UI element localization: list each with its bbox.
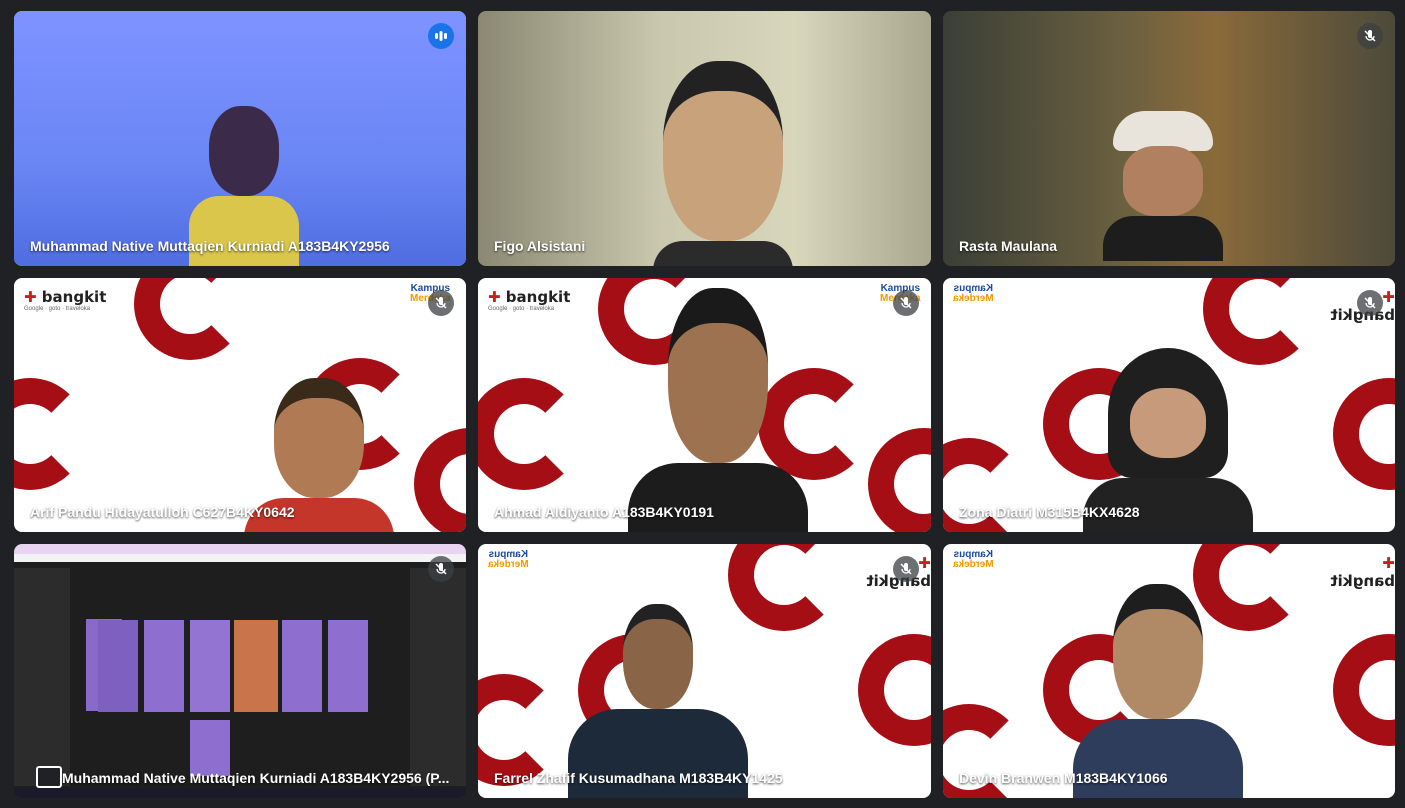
audio-level-icon bbox=[428, 23, 454, 49]
mic-off-icon bbox=[893, 290, 919, 316]
brand-ring bbox=[134, 278, 246, 360]
figma-frame bbox=[190, 620, 230, 712]
mic-off-icon bbox=[893, 556, 919, 582]
participant-video bbox=[628, 288, 808, 532]
figma-frame bbox=[98, 620, 138, 712]
participant-tile[interactable]: ✚ bangkit Kampus Merdeka Zona Diatri M315… bbox=[943, 278, 1395, 532]
kampus-merdeka-logo: KampusMerdeka bbox=[953, 549, 994, 570]
brand-ring bbox=[858, 634, 931, 746]
participant-video bbox=[568, 604, 748, 798]
bangkit-logo: ✚ bangkit bbox=[24, 288, 107, 306]
browser-tabbar bbox=[14, 544, 466, 554]
figma-frame bbox=[282, 620, 322, 712]
brand-ring bbox=[868, 428, 931, 532]
figma-frame bbox=[234, 620, 278, 712]
brand-ring bbox=[478, 378, 580, 490]
mic-off-icon bbox=[428, 290, 454, 316]
browser-toolbar bbox=[14, 554, 466, 562]
participant-name: Figo Alsistani bbox=[494, 238, 586, 254]
mic-off-icon bbox=[1357, 290, 1383, 316]
participant-name: Zona Diatri M315B4KX4628 bbox=[959, 504, 1140, 520]
participant-tile[interactable]: ✚ bangkit Google · goto · traveloka Kamp… bbox=[14, 278, 466, 532]
present-screen-icon bbox=[36, 766, 62, 788]
partner-logos: Google · goto · traveloka bbox=[24, 306, 91, 312]
participant-name: Farrel Zhafif Kusumadhana M183B4KY1425 bbox=[494, 770, 783, 786]
participant-name: Ahmad Aldiyanto A183B4KY0191 bbox=[494, 504, 714, 520]
participant-video bbox=[1103, 111, 1223, 266]
windows-taskbar bbox=[14, 788, 466, 798]
bangkit-logo: ✚ bangkit bbox=[866, 554, 931, 590]
figma-frame bbox=[328, 620, 368, 712]
brand-ring bbox=[1333, 634, 1395, 746]
participant-name: Devin Branwen M183B4KY1066 bbox=[959, 770, 1168, 786]
bangkit-logo: ✚ bangkit bbox=[1330, 288, 1395, 324]
brand-ring bbox=[1333, 378, 1395, 490]
participant-tile[interactable]: Muhammad Native Muttaqien Kurniadi A183B… bbox=[14, 11, 466, 266]
participant-tile[interactable]: ✚ bangkit Kampus Merdeka Devin Branwen M1… bbox=[943, 544, 1395, 798]
participant-tile[interactable]: Figo Alsistani bbox=[478, 11, 931, 266]
presentation-tile[interactable]: Muhammad Native Muttaqien Kurniadi A183B… bbox=[14, 544, 466, 798]
participant-tile[interactable]: ✚ bangkit Kampus Merdeka Farrel Zhafif Ku… bbox=[478, 544, 931, 798]
mic-off-icon bbox=[1357, 23, 1383, 49]
participant-video bbox=[1073, 584, 1243, 798]
shared-screen bbox=[14, 544, 466, 798]
brand-ring bbox=[414, 428, 466, 532]
figma-right-panel bbox=[410, 568, 466, 786]
bangkit-logo: ✚ bangkit bbox=[488, 288, 571, 306]
participant-tile[interactable]: ✚ bangkit Google · goto · traveloka Kamp… bbox=[478, 278, 931, 532]
brand-ring bbox=[14, 378, 86, 490]
kampus-merdeka-logo: KampusMerdeka bbox=[953, 283, 994, 304]
participant-name: Arif Pandu Hidayatulloh C627B4KY0642 bbox=[30, 504, 295, 520]
bangkit-logo: ✚ bangkit bbox=[1330, 554, 1395, 590]
participant-name: Rasta Maulana bbox=[959, 238, 1058, 254]
partner-logos: Google · goto · traveloka bbox=[488, 306, 555, 312]
figma-left-panel bbox=[14, 568, 70, 786]
participant-video bbox=[653, 61, 793, 266]
participant-name: Muhammad Native Muttaqien Kurniadi A183B… bbox=[62, 770, 450, 786]
participant-name: Muhammad Native Muttaqien Kurniadi A183B… bbox=[30, 238, 390, 254]
mic-off-icon bbox=[428, 556, 454, 582]
participant-tile[interactable]: Rasta Maulana bbox=[943, 11, 1395, 266]
figma-frame bbox=[144, 620, 184, 712]
kampus-merdeka-logo: KampusMerdeka bbox=[488, 549, 529, 570]
figma-frame bbox=[190, 720, 230, 776]
